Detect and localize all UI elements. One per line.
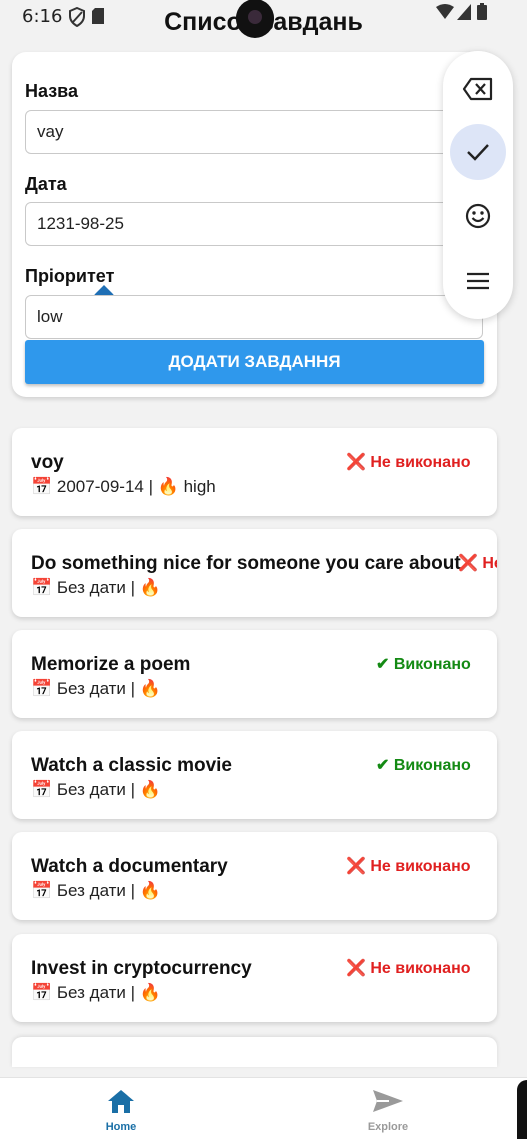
task-title: Watch a classic movie xyxy=(31,755,233,776)
task-status[interactable]: ❌ Не виконано xyxy=(346,958,471,978)
task-meta: 📅 Без дати | 🔥 xyxy=(31,578,161,597)
task-card[interactable]: Memorize a poem 📅 Без дати | 🔥 ✔ Виконан… xyxy=(12,630,497,718)
camera-cutout-overlay xyxy=(236,0,274,37)
task-status[interactable]: ❌ Не виконано xyxy=(346,452,471,472)
home-icon xyxy=(108,1090,134,1113)
priority-input[interactable]: low xyxy=(25,295,483,339)
date-input[interactable]: 1231-98-25 xyxy=(25,202,483,246)
priority-label: Пріоритет xyxy=(25,266,115,286)
task-card[interactable]: Watch a classic movie 📅 Без дати | 🔥 ✔ В… xyxy=(12,731,497,819)
task-title: Invest in cryptocurrency xyxy=(31,958,252,979)
task-card-partial[interactable] xyxy=(12,1037,497,1067)
task-status[interactable]: ✔ Виконано xyxy=(376,654,471,674)
name-label: Назва xyxy=(25,81,79,101)
task-status[interactable]: ❌ Не виконано xyxy=(346,856,471,876)
task-meta: 📅 Без дати | 🔥 xyxy=(31,780,161,799)
task-title: voy xyxy=(31,452,64,473)
send-icon xyxy=(373,1090,403,1112)
emoji-icon[interactable] xyxy=(450,188,506,244)
task-card[interactable]: Invest in cryptocurrency 📅 Без дати | 🔥 … xyxy=(12,934,497,1022)
menu-icon[interactable] xyxy=(450,253,506,309)
nav-explore-label: Explore xyxy=(367,1121,409,1133)
task-meta: 📅 Без дати | 🔥 xyxy=(31,983,161,1002)
task-meta: 📅 Без дати | 🔥 xyxy=(31,881,161,900)
keyboard-toolbar xyxy=(443,51,513,319)
task-status[interactable]: ✔ Виконано xyxy=(376,755,471,775)
task-status[interactable]: ❌ Не виконано xyxy=(458,553,497,573)
name-input[interactable]: vay xyxy=(25,110,483,154)
task-card[interactable]: Watch a documentary 📅 Без дати | 🔥 ❌ Не … xyxy=(12,832,497,920)
backspace-icon[interactable] xyxy=(450,61,506,117)
task-card[interactable]: Do something nice for someone you care a… xyxy=(12,529,497,617)
nav-home-label: Home xyxy=(105,1121,137,1133)
task-title: Watch a documentary xyxy=(31,856,228,877)
screen-edge xyxy=(517,1080,527,1139)
task-meta: 📅 2007-09-14 | 🔥 high xyxy=(31,477,216,496)
task-title: Memorize a poem xyxy=(31,654,191,675)
task-card[interactable]: voy 📅 2007-09-14 | 🔥 high ❌ Не виконано xyxy=(12,428,497,516)
task-title: Do something nice for someone you care a… xyxy=(31,553,461,574)
add-task-form: Назва vay Дата 1231-98-25 Пріоритет low … xyxy=(12,52,497,397)
bottom-nav: Home Explore xyxy=(0,1077,527,1140)
nav-explore[interactable]: Explore xyxy=(338,1088,438,1133)
nav-home[interactable]: Home xyxy=(71,1088,171,1133)
task-meta: 📅 Без дати | 🔥 xyxy=(31,679,161,698)
add-task-button[interactable]: ДОДАТИ ЗАВДАННЯ xyxy=(25,340,484,384)
date-label: Дата xyxy=(25,174,67,194)
check-icon[interactable] xyxy=(450,124,506,180)
